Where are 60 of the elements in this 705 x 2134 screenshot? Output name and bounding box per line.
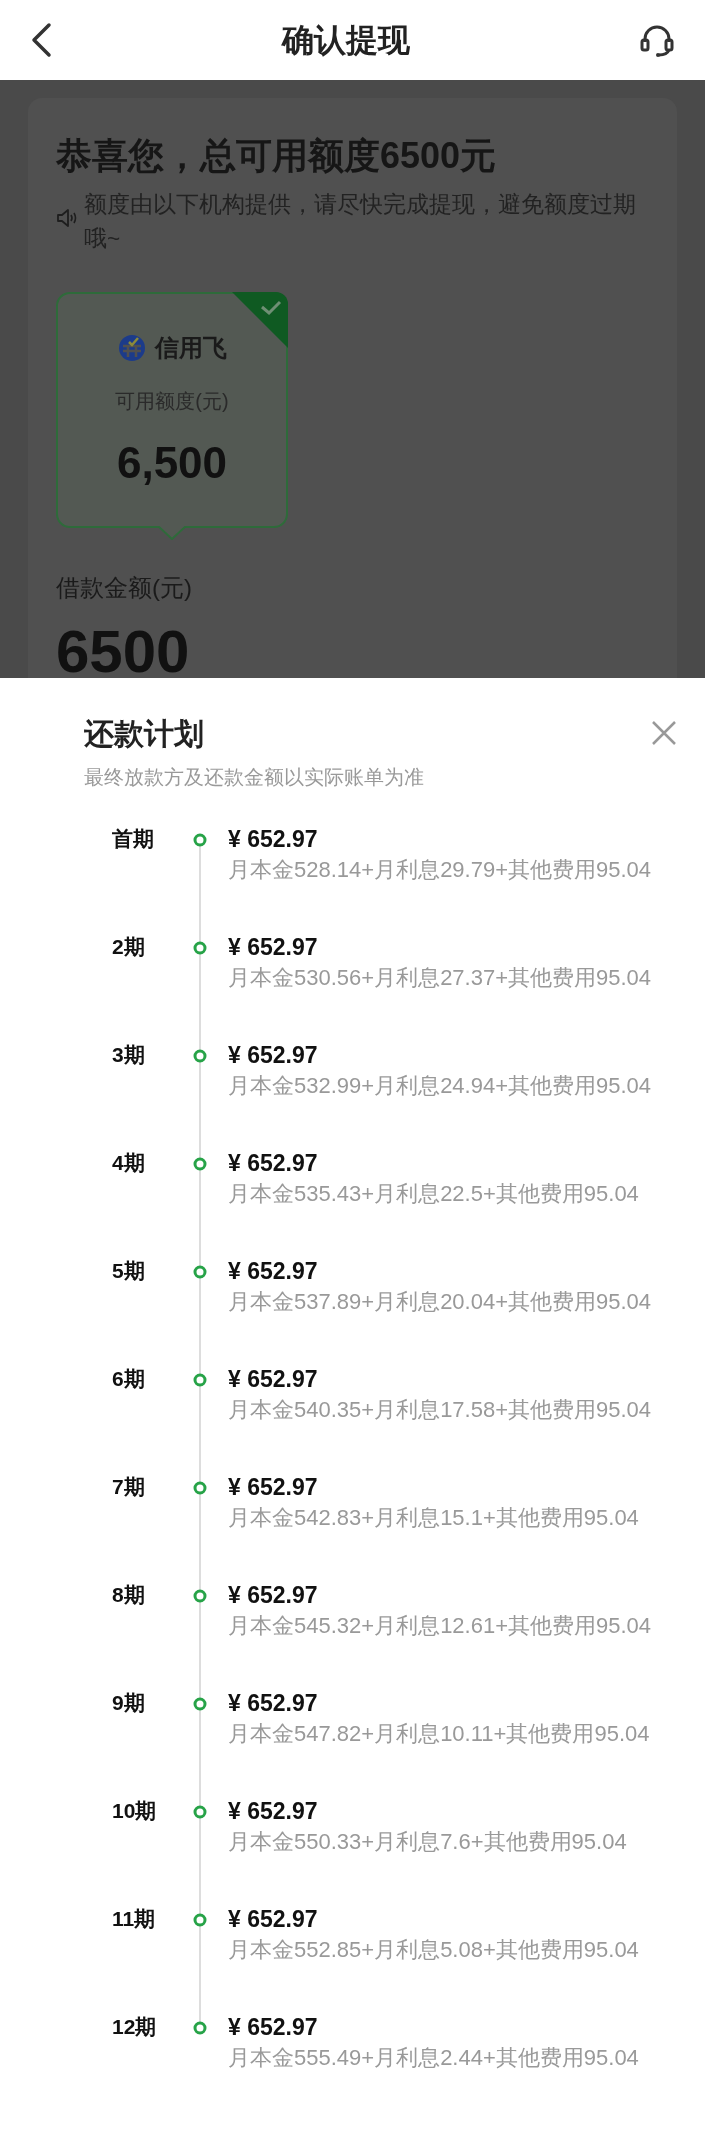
timeline-dot bbox=[193, 1805, 207, 1819]
payment-amount: ¥ 652.97 bbox=[228, 1149, 319, 1178]
timeline-dot bbox=[193, 1589, 207, 1603]
payment-breakdown: 月本金542.83+月利息15.1+其他费用95.04 bbox=[228, 1504, 640, 1532]
payment-breakdown: 月本金552.85+月利息5.08+其他费用95.04 bbox=[228, 1936, 640, 1964]
timeline-dot bbox=[193, 1697, 207, 1711]
payment-amount: ¥ 652.97 bbox=[228, 1905, 319, 1934]
period-label: 首期 bbox=[112, 826, 155, 852]
timeline-dot bbox=[193, 941, 207, 955]
payment-breakdown: 月本金528.14+月利息29.79+其他费用95.04 bbox=[228, 856, 653, 884]
sheet-title: 还款计划 bbox=[84, 716, 204, 752]
timeline-dot bbox=[193, 833, 207, 847]
period-label: 10期 bbox=[112, 1798, 158, 1824]
period-label: 8期 bbox=[112, 1582, 146, 1608]
payment-breakdown: 月本金547.82+月利息10.11+其他费用95.04 bbox=[228, 1720, 651, 1748]
payment-amount: ¥ 652.97 bbox=[228, 1581, 319, 1610]
sheet-subtitle: 最终放款方及还款金额以实际账单为准 bbox=[84, 765, 425, 790]
payment-breakdown: 月本金535.43+月利息22.5+其他费用95.04 bbox=[228, 1180, 640, 1208]
payment-amount: ¥ 652.97 bbox=[228, 1689, 319, 1718]
payment-amount: ¥ 652.97 bbox=[228, 1041, 319, 1070]
timeline-dot bbox=[193, 1481, 207, 1495]
payment-amount: ¥ 652.97 bbox=[228, 825, 319, 854]
back-icon[interactable] bbox=[30, 22, 52, 58]
timeline-dot bbox=[193, 1913, 207, 1927]
payment-amount: ¥ 652.97 bbox=[228, 1365, 319, 1394]
period-label: 7期 bbox=[112, 1474, 146, 1500]
payment-breakdown: 月本金530.56+月利息27.37+其他费用95.04 bbox=[228, 964, 653, 992]
payment-breakdown: 月本金532.99+月利息24.94+其他费用95.04 bbox=[228, 1072, 653, 1100]
payment-amount: ¥ 652.97 bbox=[228, 933, 319, 962]
period-label: 9期 bbox=[112, 1690, 146, 1716]
close-icon[interactable] bbox=[651, 720, 677, 746]
payment-breakdown: 月本金545.32+月利息12.61+其他费用95.04 bbox=[228, 1612, 653, 1640]
payment-breakdown: 月本金537.89+月利息20.04+其他费用95.04 bbox=[228, 1288, 653, 1316]
page-title: 确认提现 bbox=[281, 21, 410, 60]
offer-heading: 恭喜您，总可用额度6500元 bbox=[56, 134, 498, 178]
payment-breakdown: 月本金540.35+月利息17.58+其他费用95.04 bbox=[228, 1396, 653, 1424]
pointer-notch bbox=[158, 526, 186, 540]
period-label: 12期 bbox=[112, 2014, 158, 2040]
timeline-dot bbox=[193, 2021, 207, 2035]
payment-amount: ¥ 652.97 bbox=[228, 1473, 319, 1502]
period-label: 6期 bbox=[112, 1366, 146, 1392]
period-label: 3期 bbox=[112, 1042, 146, 1068]
payment-amount: ¥ 652.97 bbox=[228, 2013, 319, 2042]
check-corner-icon bbox=[232, 292, 288, 348]
payment-breakdown: 月本金555.49+月利息2.44+其他费用95.04 bbox=[228, 2044, 640, 2072]
period-label: 4期 bbox=[112, 1150, 146, 1176]
credit-amount: 6,500 bbox=[116, 437, 228, 489]
lender-name: 信用飞 bbox=[155, 333, 227, 363]
timeline-dot bbox=[193, 1265, 207, 1279]
loan-amount: 6500 bbox=[56, 617, 191, 678]
period-label: 2期 bbox=[112, 934, 146, 960]
payment-amount: ¥ 652.97 bbox=[228, 1257, 319, 1286]
period-label: 11期 bbox=[112, 1906, 157, 1932]
lender-logo-icon bbox=[117, 333, 147, 363]
timeline-dot bbox=[193, 1373, 207, 1387]
payment-amount: ¥ 652.97 bbox=[228, 1797, 319, 1826]
period-label: 5期 bbox=[112, 1258, 146, 1284]
payment-breakdown: 月本金550.33+月利息7.6+其他费用95.04 bbox=[228, 1828, 628, 1856]
timeline-dot bbox=[193, 1049, 207, 1063]
timeline-dot bbox=[193, 1157, 207, 1171]
